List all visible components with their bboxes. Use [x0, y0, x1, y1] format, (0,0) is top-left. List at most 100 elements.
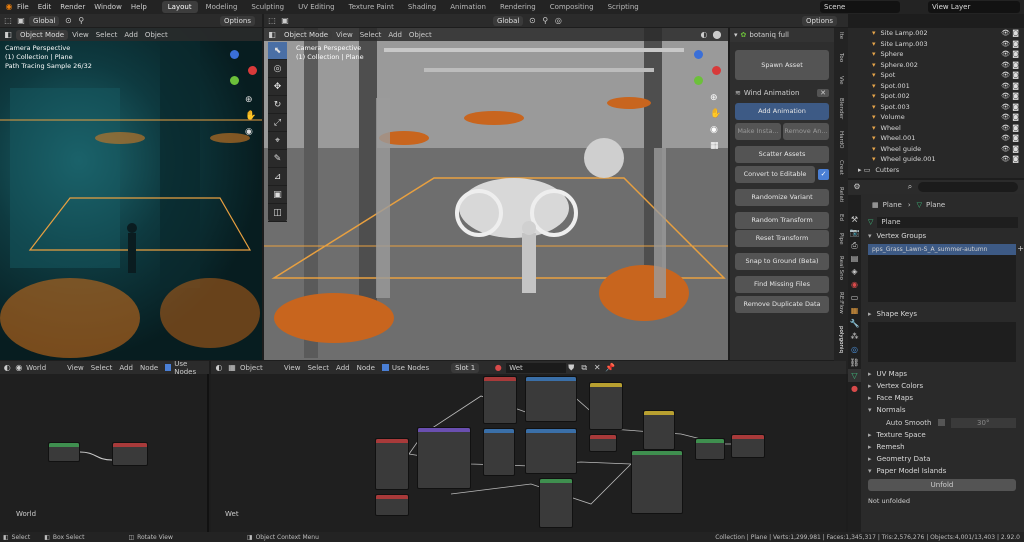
- object-tab-icon[interactable]: ▦: [848, 304, 861, 317]
- pivot-icon[interactable]: ⊙: [527, 16, 537, 26]
- camera-view-icon[interactable]: ◉: [245, 124, 256, 140]
- sidebar-tab-polygoniq[interactable]: polygoniq: [834, 326, 848, 353]
- view-layer-selector[interactable]: View Layer: [928, 1, 1020, 13]
- outliner-row[interactable]: ▾ Spot.002 👁 ◙: [848, 91, 1024, 102]
- overlays-icon[interactable]: ⬤: [712, 30, 722, 40]
- options-dropdown[interactable]: Options: [801, 15, 837, 26]
- sidebar-tab-blender[interactable]: Blender: [834, 98, 848, 119]
- snap-icon[interactable]: ⚲: [540, 16, 550, 26]
- mode-dropdown[interactable]: Object Mode: [16, 29, 69, 40]
- menu-help[interactable]: Help: [131, 3, 147, 11]
- menu-edit[interactable]: Edit: [38, 3, 52, 11]
- tab-uv-editing[interactable]: UV Editing: [292, 1, 341, 13]
- add-cube-tool-icon[interactable]: ▣: [268, 186, 287, 204]
- editor-type-icon[interactable]: ◧: [3, 30, 13, 40]
- section-shape-keys[interactable]: Shape Keys: [848, 308, 1024, 320]
- section-vertex-colors[interactable]: Vertex Colors: [848, 380, 1024, 392]
- scene-tab-icon[interactable]: ◈: [848, 265, 861, 278]
- add-animation-button[interactable]: Add Animation: [735, 103, 829, 120]
- gizmo-z-axis[interactable]: [694, 50, 703, 59]
- tab-shading[interactable]: Shading: [402, 1, 442, 13]
- editor-type-icon[interactable]: ⚙: [852, 182, 862, 192]
- eye-camera-icon[interactable]: 👁 ◙: [1001, 145, 1019, 153]
- sidebar-tab-relations[interactable]: Relati: [834, 187, 848, 203]
- fake-user-icon[interactable]: ⛊: [566, 363, 576, 373]
- rotate-tool-icon[interactable]: ↻: [268, 96, 287, 114]
- material-icon[interactable]: ●: [493, 363, 503, 373]
- snap-to-ground-button[interactable]: Snap to Ground (Beta): [735, 253, 829, 270]
- make-instance-button[interactable]: Make Insta...: [735, 123, 781, 140]
- menu-select[interactable]: Select: [360, 31, 382, 39]
- move-tool-icon[interactable]: ✥: [268, 78, 287, 96]
- tab-rendering[interactable]: Rendering: [494, 1, 542, 13]
- transform-tool-icon[interactable]: ⌖: [268, 132, 287, 150]
- menu-object[interactable]: Object: [409, 31, 432, 39]
- select-box-icon[interactable]: ▣: [16, 16, 26, 26]
- sidebar-tab-item[interactable]: Ite: [834, 32, 848, 39]
- tool-tab-icon[interactable]: ⚒: [848, 213, 861, 226]
- close-icon[interactable]: ✕: [817, 89, 829, 97]
- menu-view[interactable]: View: [67, 364, 84, 372]
- collection-tab-icon[interactable]: ▭: [848, 291, 861, 304]
- eye-camera-icon[interactable]: 👁 ◙: [1001, 134, 1019, 142]
- transform-orientation-dropdown[interactable]: Global: [493, 15, 524, 26]
- outliner-row[interactable]: ▾ Sphere 👁 ◙: [848, 49, 1024, 60]
- unfold-button[interactable]: Unfold: [868, 479, 1016, 491]
- convert-checkbox[interactable]: ✓: [818, 169, 829, 180]
- menu-object[interactable]: Object: [145, 31, 168, 39]
- options-dropdown[interactable]: Options: [219, 15, 255, 26]
- sidebar-tab-pipe[interactable]: Pipe: [834, 233, 848, 245]
- editor-type-icon[interactable]: ◐: [214, 363, 224, 373]
- section-face-maps[interactable]: Face Maps: [848, 392, 1024, 404]
- node-texture-coordinate[interactable]: [375, 438, 409, 490]
- material-name-field[interactable]: Wet: [506, 362, 567, 373]
- gizmo-x-axis[interactable]: [248, 66, 257, 75]
- reset-transform-button[interactable]: Reset Transform: [735, 230, 829, 247]
- output-tab-icon[interactable]: ⎙: [848, 239, 861, 252]
- scatter-assets-button[interactable]: Scatter Assets: [735, 146, 829, 163]
- use-nodes-checkbox[interactable]: [165, 364, 172, 371]
- cursor-tool-icon[interactable]: ◎: [268, 60, 287, 78]
- particles-tab-icon[interactable]: ⁂: [848, 330, 861, 343]
- spawn-asset-button[interactable]: Spawn Asset: [735, 50, 829, 80]
- section-texture-space[interactable]: Texture Space: [848, 429, 1024, 441]
- view-layer-tab-icon[interactable]: ▤: [848, 252, 861, 265]
- menu-select[interactable]: Select: [96, 31, 118, 39]
- outliner-row[interactable]: ▾ Wheel guide 👁 ◙: [848, 144, 1024, 155]
- pivot-icon[interactable]: ⊙: [63, 16, 73, 26]
- transform-orientation-dropdown[interactable]: Global: [29, 15, 60, 26]
- section-remesh[interactable]: Remesh: [848, 441, 1024, 453]
- outliner-row[interactable]: ▾ Wheel 👁 ◙: [848, 123, 1024, 134]
- node-add-shader[interactable]: [695, 438, 725, 460]
- pin-icon[interactable]: 📌: [605, 363, 615, 373]
- menu-select[interactable]: Select: [307, 364, 329, 372]
- node-value[interactable]: [375, 494, 409, 516]
- outliner-row[interactable]: ▾ Spot.001 👁 ◙: [848, 81, 1024, 92]
- viewport-solid[interactable]: Camera Perspective (1) Collection | Plan…: [264, 28, 728, 360]
- scale-tool-icon[interactable]: ⤢: [268, 114, 287, 132]
- node-mix-2[interactable]: [589, 434, 617, 452]
- outliner-row[interactable]: ▸ ▭ Cutters: [848, 165, 1024, 176]
- menu-select[interactable]: Select: [91, 364, 113, 372]
- eye-camera-icon[interactable]: 👁 ◙: [1001, 71, 1019, 79]
- outliner-row[interactable]: ▾ Wheel.001 👁 ◙: [848, 133, 1024, 144]
- menu-render[interactable]: Render: [60, 3, 85, 11]
- eye-camera-icon[interactable]: 👁 ◙: [1001, 50, 1019, 58]
- use-nodes-checkbox[interactable]: [381, 364, 389, 371]
- menu-view[interactable]: View: [336, 31, 353, 39]
- editor-type-icon[interactable]: ◐: [3, 363, 12, 373]
- remove-duplicate-data-button[interactable]: Remove Duplicate Data: [735, 296, 829, 313]
- select-box-icon[interactable]: ▣: [280, 16, 290, 26]
- render-tab-icon[interactable]: 📷: [848, 226, 861, 239]
- grid-view-icon[interactable]: ▦: [710, 138, 721, 154]
- pan-hand-icon[interactable]: ✋: [710, 106, 721, 122]
- physics-tab-icon[interactable]: ◎: [848, 343, 861, 356]
- mode-dropdown[interactable]: Object Mode: [280, 29, 333, 40]
- search-icon[interactable]: ⌕: [905, 182, 915, 192]
- eye-camera-icon[interactable]: 👁 ◙: [1001, 124, 1019, 132]
- constraints-tab-icon[interactable]: ⛓: [848, 356, 861, 369]
- select-tool-icon[interactable]: ⬉: [268, 42, 287, 60]
- measure-tool-icon[interactable]: ⊿: [268, 168, 287, 186]
- tab-compositing[interactable]: Compositing: [544, 1, 600, 13]
- menu-file[interactable]: File: [17, 3, 29, 11]
